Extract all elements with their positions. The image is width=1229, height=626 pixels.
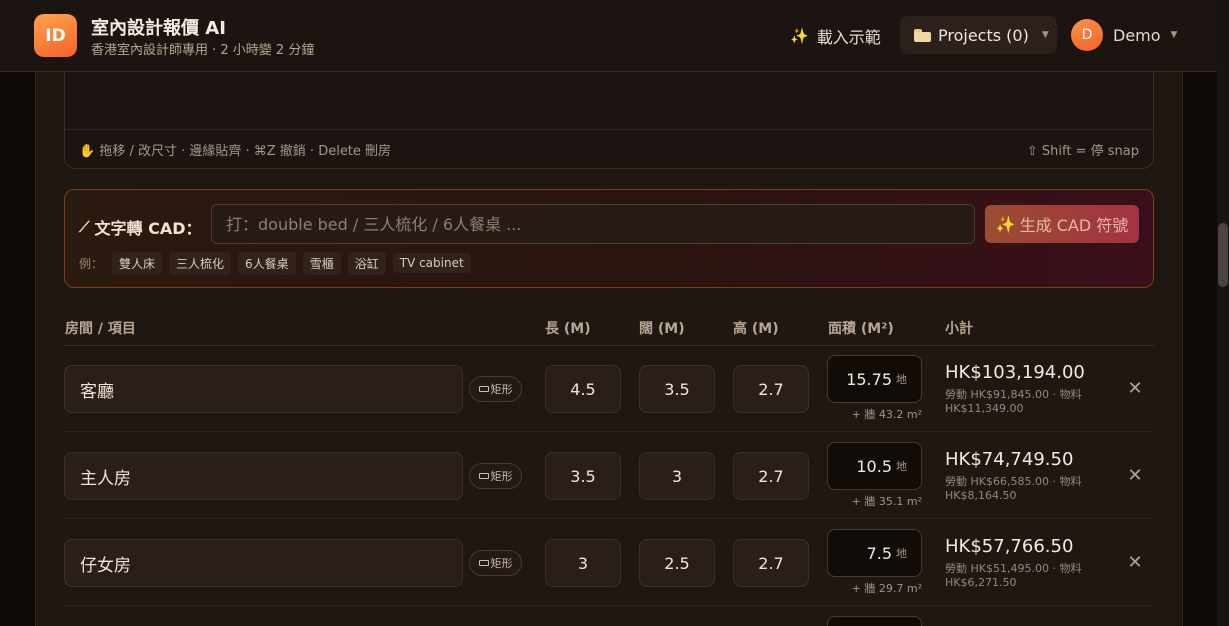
example-chip[interactable]: 6人餐桌 <box>238 251 296 275</box>
shape-toggle[interactable]: 矩形 <box>469 550 522 576</box>
chevron-down-icon: ▼ <box>1170 30 1178 40</box>
cad-label-text: 文字轉 CAD： <box>94 219 202 238</box>
generate-cad-label: 生成 CAD 符號 <box>1019 216 1129 235</box>
top-navbar: ID 室內設計報價 AI 香港室內設計師專用 · 2 小時變 2 分鐘 ✨ 載入… <box>0 0 1217 72</box>
height-input[interactable]: 2.7 <box>733 452 809 500</box>
generate-cad-button[interactable]: ✨ 生成 CAD 符號 <box>985 205 1139 243</box>
rectangle-icon <box>478 473 489 479</box>
table-row: 仔女房 矩形 3 2.5 2.7 7.5 地 + 牆 29.7 m² HK$57,… <box>64 519 1154 606</box>
load-demo-button[interactable]: ✨ 載入示範 <box>790 22 881 50</box>
area-value: 10.5 <box>856 456 892 476</box>
width-input[interactable]: 3 <box>639 452 715 500</box>
area-unit: 地 <box>896 547 907 560</box>
app-logo: ID <box>34 14 77 57</box>
canvas-hint-left: ✋ 拖移 / 改尺寸 · 邊緣貼齊 · ⌘Z 撤銷 · Delete 刪房 <box>79 143 392 159</box>
cost-breakdown: 勞動 HK$51,495.00 · 物料 HK$6,271.50 <box>945 562 1082 589</box>
length-input[interactable]: 3.5 <box>545 452 621 500</box>
sparkle-icon: ✨ <box>995 214 1016 234</box>
header-subtotal: 小計 <box>945 321 973 337</box>
area-input[interactable]: 15.75 地 <box>827 355 922 403</box>
folder-icon <box>914 28 931 42</box>
room-name-input[interactable]: 仔女房 <box>64 539 463 587</box>
area-input[interactable] <box>827 616 922 626</box>
example-chip[interactable]: 雙人床 <box>112 251 163 275</box>
header-height: 高 (M) <box>733 321 779 337</box>
row-subtotal: HK$74,749.50 <box>945 449 1074 470</box>
header-width: 闊 (M) <box>639 321 685 337</box>
length-input[interactable]: 3 <box>545 539 621 587</box>
room-name-input[interactable]: 主人房 <box>64 452 463 500</box>
text-to-cad-panel: ⟋ 文字轉 CAD： ✨ 生成 CAD 符號 例： 雙人床 三人梳化 6人餐桌 … <box>64 189 1154 288</box>
examples-label: 例： <box>79 256 104 271</box>
shape-label: 矩形 <box>490 383 513 396</box>
cad-text-input[interactable] <box>211 204 975 244</box>
example-chip[interactable]: TV cabinet <box>392 253 471 273</box>
scrollbar-track[interactable] <box>1217 0 1229 626</box>
header-room: 房間 / 項目 <box>65 321 136 337</box>
cad-label: ⟋ 文字轉 CAD： <box>79 215 202 239</box>
wall-area-note: + 牆 43.2 m² <box>851 408 922 421</box>
example-chip[interactable]: 三人梳化 <box>169 251 232 275</box>
app-subtitle: 香港室內設計師專用 · 2 小時變 2 分鐘 <box>91 43 315 58</box>
shape-label: 矩形 <box>490 557 513 570</box>
shape-toggle[interactable]: 矩形 <box>469 463 522 489</box>
sparkle-icon: ✨ <box>790 27 809 45</box>
width-input[interactable]: 3.5 <box>639 365 715 413</box>
height-input[interactable]: 2.7 <box>733 365 809 413</box>
example-chip[interactable]: 浴缸 <box>347 251 386 275</box>
header-area: 面積 (M²) <box>828 321 894 337</box>
cost-breakdown: 勞動 HK$91,845.00 · 物料 HK$11,349.00 <box>945 388 1082 415</box>
magic-wand-icon: ⟋ <box>79 218 90 236</box>
delete-row-icon[interactable]: ✕ <box>1125 552 1145 573</box>
rooms-table-header: 房間 / 項目 長 (M) 闊 (M) 高 (M) 面積 (M²) 小計 <box>64 312 1154 346</box>
area-unit: 地 <box>896 460 907 473</box>
scrollbar-thumb[interactable] <box>1218 223 1228 287</box>
header-length: 長 (M) <box>545 321 591 337</box>
shape-toggle[interactable]: 矩形 <box>469 376 522 402</box>
area-input[interactable]: 10.5 地 <box>827 442 922 490</box>
delete-row-icon[interactable]: ✕ <box>1125 465 1145 486</box>
chevron-down-icon: ▼ <box>1041 30 1049 40</box>
height-input[interactable]: 2.7 <box>733 539 809 587</box>
user-name: Demo <box>1113 25 1161 45</box>
load-demo-label: 載入示範 <box>816 28 881 47</box>
length-input[interactable]: 4.5 <box>545 365 621 413</box>
cost-breakdown: 勞動 HK$66,585.00 · 物料 HK$8,164.50 <box>945 475 1082 502</box>
canvas-hint-bar: ✋ 拖移 / 改尺寸 · 邊緣貼齊 · ⌘Z 撤銷 · Delete 刪房 ⇧ … <box>65 129 1153 168</box>
area-unit: 地 <box>896 373 907 386</box>
app-title: 室內設計報價 AI <box>91 18 226 39</box>
table-row: 主人房 矩形 3.5 3 2.7 10.5 地 + 牆 35.1 m² HK$74… <box>64 432 1154 519</box>
wall-area-note: + 牆 29.7 m² <box>851 582 922 595</box>
table-row: 客廳 矩形 4.5 3.5 2.7 15.75 地 + 牆 43.2 m² HK$… <box>64 345 1154 432</box>
rectangle-icon <box>478 560 489 566</box>
area-value: 15.75 <box>846 369 892 389</box>
projects-dropdown[interactable]: Projects (0) ▼ <box>900 16 1057 54</box>
avatar: D <box>1071 19 1103 51</box>
rectangle-icon <box>478 386 489 392</box>
width-input[interactable]: 2.5 <box>639 539 715 587</box>
shape-label: 矩形 <box>490 470 513 483</box>
room-name-input[interactable]: 客廳 <box>64 365 463 413</box>
wall-area-note: + 牆 35.1 m² <box>851 495 922 508</box>
row-subtotal: HK$57,766.50 <box>945 536 1074 557</box>
row-subtotal: HK$103,194.00 <box>945 362 1085 383</box>
projects-label: Projects (0) <box>938 25 1029 45</box>
cad-examples: 例： 雙人床 三人梳化 6人餐桌 雪櫃 浴缸 TV cabinet <box>79 251 471 275</box>
area-input[interactable]: 7.5 地 <box>827 529 922 577</box>
area-value: 7.5 <box>866 543 892 563</box>
example-chip[interactable]: 雪櫃 <box>302 251 341 275</box>
delete-row-icon[interactable]: ✕ <box>1125 378 1145 399</box>
canvas-hint-right: ⇧ Shift = 停 snap <box>1026 143 1139 159</box>
user-menu[interactable]: D Demo ▼ <box>1071 19 1177 51</box>
